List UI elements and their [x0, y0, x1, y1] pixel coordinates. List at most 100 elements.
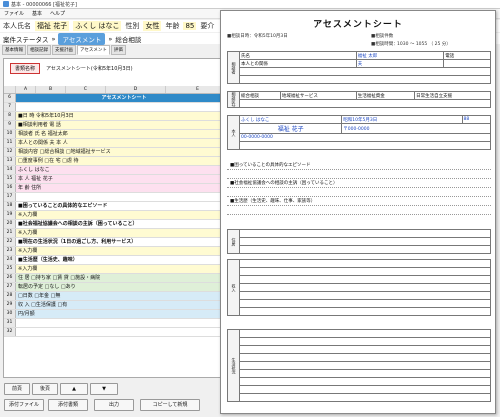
row-number[interactable]: 28: [4, 292, 16, 300]
person-sex: 女性: [143, 21, 162, 31]
row-number[interactable]: 22: [4, 238, 16, 246]
sheet-cell[interactable]: 円/月額: [16, 310, 230, 318]
copy-new-button[interactable]: コピーして新規: [140, 399, 200, 411]
sheet-cell[interactable]: ■困っていることの具体的なエピソード: [16, 202, 230, 210]
person-doc-name: 福祉 花子: [238, 123, 343, 134]
row-number[interactable]: 8: [4, 112, 16, 120]
tab-assessment[interactable]: アセスメント: [77, 45, 110, 55]
row-number[interactable]: 23: [4, 247, 16, 255]
status-consult[interactable]: 総合相談: [115, 34, 141, 44]
tab-basic[interactable]: 基本情報: [2, 45, 26, 55]
sheet-cell[interactable]: ■相談利用者 電 話: [16, 121, 230, 129]
row-number[interactable]: 12: [4, 148, 16, 156]
sheet-cell[interactable]: 相談内容 □総合相談 □地域福祉サービス: [16, 148, 230, 156]
sheet-cell[interactable]: ※入力欄: [16, 211, 230, 219]
row-number[interactable]: 18: [4, 202, 16, 210]
person-age: 85: [183, 22, 197, 30]
sheet-cell[interactable]: ※入力欄: [16, 265, 230, 273]
sheet-cell[interactable]: ※入力欄: [16, 229, 230, 237]
row-number[interactable]: 31: [4, 319, 16, 327]
intake-rel: 夫: [355, 59, 445, 68]
row-number[interactable]: 14: [4, 166, 16, 174]
intake-blank: [443, 59, 491, 68]
row-number[interactable]: 11: [4, 139, 16, 147]
row-number[interactable]: 9: [4, 121, 16, 129]
sheet-grid[interactable]: A B C D E 6 アセスメントシート 7 8 ■日 時 令和5年10月3日 9 ■相談…: [4, 86, 230, 337]
move-up-button[interactable]: ▲: [60, 383, 88, 395]
col-header-d[interactable]: D: [106, 86, 166, 93]
sheet-row: 7: [4, 103, 230, 112]
sheet-cell[interactable]: □日数 □年金 □無: [16, 292, 230, 300]
row-number[interactable]: 21: [4, 229, 16, 237]
row-number[interactable]: 27: [4, 283, 16, 291]
row-number[interactable]: 15: [4, 175, 16, 183]
status-arrow-2: »: [108, 34, 113, 43]
print-button[interactable]: 出力: [94, 399, 134, 411]
row-number[interactable]: 20: [4, 220, 16, 228]
document-preview: アセスメントシート ■相談日時：令和5年10月3日 ■相談件数 ■相談時間： 1…: [220, 10, 496, 414]
row-number[interactable]: 29: [4, 301, 16, 309]
sheet-cell[interactable]: [16, 319, 230, 327]
sheet-cell[interactable]: 本 人 福祉 花子: [16, 175, 230, 183]
col-header-a[interactable]: A: [16, 86, 36, 93]
menu-item-file[interactable]: ファイル: [4, 10, 24, 17]
row-number[interactable]: 6: [4, 94, 16, 102]
row-number[interactable]: 30: [4, 310, 16, 318]
intake-row-3: [239, 67, 491, 76]
sheet-rows: 6 アセスメントシート 7 8 ■日 時 令和5年10月3日 9 ■相談利用者 電 話 10 相…: [4, 94, 230, 337]
next-page-button[interactable]: 後頁: [32, 383, 58, 395]
sheet-cell[interactable]: 相談者 氏 名 福祉太郎: [16, 130, 230, 138]
sheet-cell[interactable]: 収 入 □生活保護 □有: [16, 301, 230, 309]
sheet-row: 14 ふくし はなこ: [4, 166, 230, 175]
sheet-cell[interactable]: ■日 時 令和5年10月3日: [16, 112, 230, 120]
sheet-cell[interactable]: [16, 103, 230, 111]
tab-evaluation[interactable]: 評価: [110, 45, 126, 55]
row-number[interactable]: 13: [4, 157, 16, 165]
attach-doc-button[interactable]: 添付書類: [48, 399, 88, 411]
person-doc-tel: 00-0000-0000: [239, 133, 491, 142]
tab-records[interactable]: 相談記録: [27, 45, 51, 55]
sheet-cell[interactable]: ■生活歴（生活史、趣味）: [16, 256, 230, 264]
row-number[interactable]: 24: [4, 256, 16, 264]
col-header-b[interactable]: B: [36, 86, 66, 93]
status-assessment[interactable]: アセスメント: [58, 32, 106, 45]
row-number[interactable]: 10: [4, 130, 16, 138]
sheet-cell[interactable]: アセスメントシート: [16, 94, 230, 102]
sheet-cell[interactable]: [16, 193, 230, 201]
prev-page-button[interactable]: 前頁: [4, 383, 30, 395]
sheet-cell[interactable]: 転居の予定 □なし □あり: [16, 283, 230, 291]
income-row-6: [239, 299, 491, 308]
row-number[interactable]: 7: [4, 103, 16, 111]
sheet-cell[interactable]: 本人との関係 夫 本 人: [16, 139, 230, 147]
sheet-cell[interactable]: ■現在の生活状況（1日の過ごし方、利用サービス）: [16, 238, 230, 246]
life-block: 生活状況: [227, 329, 491, 402]
sheet-cell[interactable]: [16, 328, 230, 336]
row-number[interactable]: 25: [4, 265, 16, 273]
attach-file-button[interactable]: 添付ファイル: [4, 399, 44, 411]
sheet-cell[interactable]: ※入力欄: [16, 247, 230, 255]
col-header-c[interactable]: C: [66, 86, 106, 93]
menu-item-help[interactable]: ヘルプ: [50, 10, 65, 17]
sheet-row: 23 ※入力欄: [4, 247, 230, 256]
row-number[interactable]: 17: [4, 193, 16, 201]
move-down-button[interactable]: ▼: [90, 383, 118, 395]
sheet-cell[interactable]: □重度事例 □在 宅 □虐 待: [16, 157, 230, 165]
episode-line-2: [227, 188, 491, 197]
sheet-cell[interactable]: 住 居 □持ち家 □賃 貸 □施設・病院: [16, 274, 230, 282]
sheet-cell[interactable]: ■社会福祉協議会への相談の主訴（困っていること）: [16, 220, 230, 228]
sheet-cell[interactable]: ふくし はなこ: [16, 166, 230, 174]
tab-plan[interactable]: 支援計画: [52, 45, 76, 55]
sex-label: 性別: [125, 22, 140, 30]
row-number[interactable]: 19: [4, 211, 16, 219]
row-number[interactable]: 32: [4, 328, 16, 336]
sheet-cell[interactable]: 年 齢 住所: [16, 184, 230, 192]
row-number[interactable]: 26: [4, 274, 16, 282]
doc-title: アセスメントシート: [313, 20, 403, 30]
person-name: 福祉 花子: [35, 21, 70, 31]
menu-item-basic[interactable]: 基本: [32, 10, 42, 17]
row-number[interactable]: 16: [4, 184, 16, 192]
episode-heading-3: ■生活歴（生活史、趣味、仕事、家族等）: [227, 197, 491, 206]
status-label: 案件ステータス: [3, 35, 49, 44]
sheet-row: 29 収 入 □生活保護 □有: [4, 301, 230, 310]
life-row-9: [239, 393, 491, 402]
